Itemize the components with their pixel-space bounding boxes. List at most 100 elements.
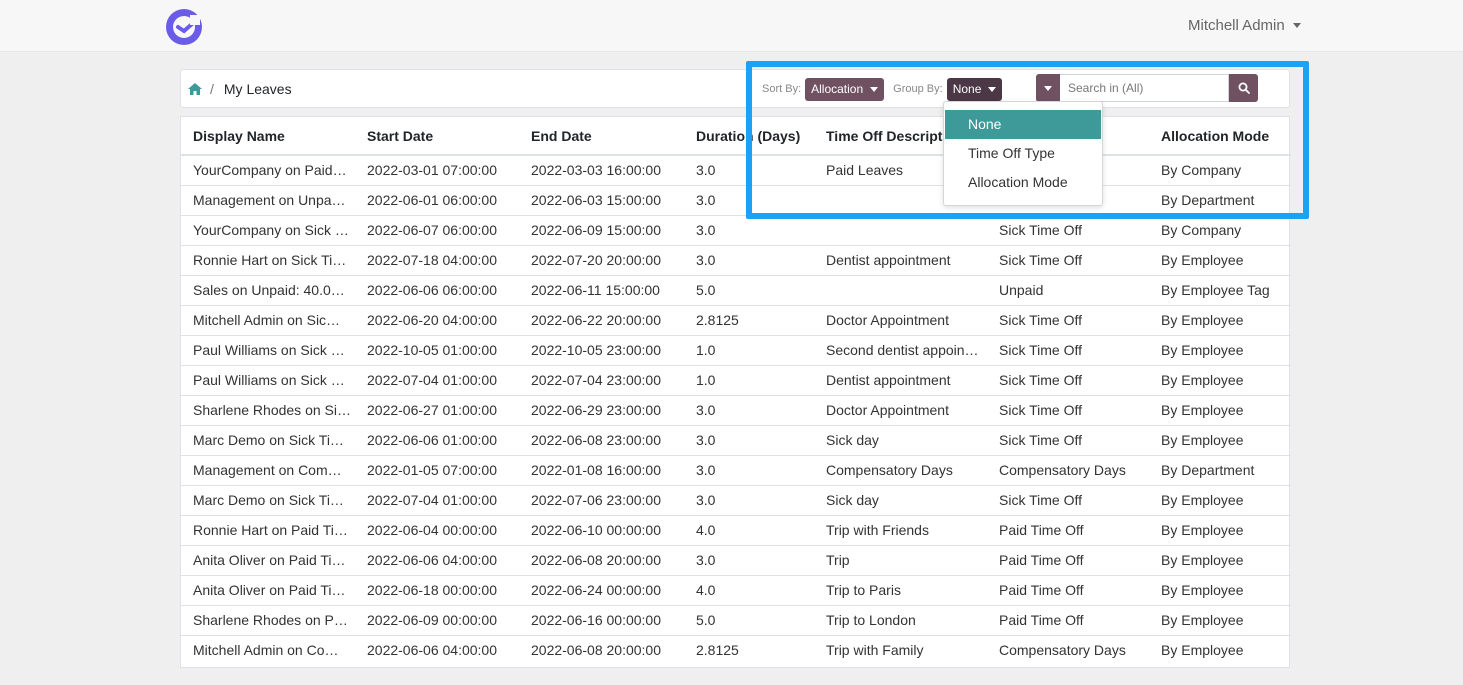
table-row[interactable]: Mitchell Admin on Co… 2022-06-06 04:00:00… xyxy=(181,634,1291,665)
table-cell: Compensatory Days xyxy=(987,634,1149,665)
search-filter-toggle[interactable] xyxy=(1036,74,1060,102)
table-cell: Sales on Unpaid: 40.0… xyxy=(181,274,355,305)
table-cell: Paid Time Off xyxy=(987,544,1149,575)
table-cell: Doctor Appointment xyxy=(814,304,987,335)
sort-by-dropdown[interactable]: Allocation xyxy=(805,77,885,101)
table-cell: 2022-06-08 20:00:00 xyxy=(519,544,684,575)
table-cell: 2022-07-18 04:00:00 xyxy=(355,244,519,275)
table-cell: By Employee xyxy=(1149,304,1291,335)
column-header[interactable]: Display Name xyxy=(181,117,355,156)
table-cell: 1.0 xyxy=(684,334,814,365)
table-cell: Sick day xyxy=(814,484,987,515)
group-by-option[interactable]: Time Off Type xyxy=(944,139,1102,168)
table-row[interactable]: Sales on Unpaid: 40.0… 2022-06-06 06:00:0… xyxy=(181,274,1291,305)
table-cell: 1.0 xyxy=(684,364,814,395)
group-by-option[interactable]: Allocation Mode xyxy=(944,168,1102,197)
breadcrumb-separator: / xyxy=(210,81,214,97)
table-row[interactable]: Sharlene Rhodes on Si… 2022-06-27 01:00:0… xyxy=(181,394,1291,425)
table-cell: Second dentist appoin… xyxy=(814,334,987,365)
table-row[interactable]: Marc Demo on Sick Ti… 2022-06-06 01:00:00… xyxy=(181,424,1291,455)
table-cell: 2022-06-06 06:00:00 xyxy=(355,274,519,305)
table-cell: Management on Com… xyxy=(181,454,355,485)
sort-by-value: Allocation xyxy=(811,82,864,96)
table-cell: 2022-06-09 15:00:00 xyxy=(519,214,684,245)
table-cell: 2022-06-07 06:00:00 xyxy=(355,214,519,245)
home-icon[interactable] xyxy=(188,83,202,95)
table-cell: By Employee xyxy=(1149,244,1291,275)
breadcrumb: / My Leaves xyxy=(188,81,292,97)
chevron-down-icon xyxy=(1292,23,1301,28)
user-menu[interactable]: Mitchell Admin xyxy=(1188,17,1301,34)
table-cell: 2022-06-22 20:00:00 xyxy=(519,304,684,335)
table-row[interactable]: Marc Demo on Sick Ti… 2022-07-04 01:00:00… xyxy=(181,484,1291,515)
search-bar xyxy=(1036,74,1258,102)
column-header[interactable]: Allocation Mode xyxy=(1149,117,1291,156)
leaves-table: Display Name Start Date End Date Duration (… xyxy=(181,117,1291,665)
column-header[interactable]: Duration (Days) xyxy=(684,117,814,156)
table-cell: 2022-06-10 00:00:00 xyxy=(519,514,684,545)
table-cell: 2022-01-08 16:00:00 xyxy=(519,454,684,485)
table-cell: 2022-07-04 01:00:00 xyxy=(355,484,519,515)
table-cell: Dentist appointment xyxy=(814,244,987,275)
table-cell: 2022-06-03 15:00:00 xyxy=(519,184,684,215)
table-cell: Sick Time Off xyxy=(987,214,1149,245)
breadcrumb-current: My Leaves xyxy=(223,81,292,97)
table-cell: 2.8125 xyxy=(684,304,814,335)
table-cell: Mitchell Admin on Sic… xyxy=(181,304,355,335)
table-cell: Sick Time Off xyxy=(987,304,1149,335)
table-row[interactable]: Management on Com… 2022-01-05 07:00:00 202… xyxy=(181,454,1291,485)
table-row[interactable]: Paul Williams on Sick … 2022-10-05 01:00:… xyxy=(181,334,1291,365)
column-header[interactable]: End Date xyxy=(519,117,684,156)
table-cell: 2022-10-05 23:00:00 xyxy=(519,334,684,365)
table-cell: 3.0 xyxy=(684,244,814,275)
table-cell: By Employee Tag xyxy=(1149,274,1291,305)
table-row[interactable]: Management on Unpa… 2022-06-01 06:00:00 20… xyxy=(181,184,1291,215)
table-cell: Ronnie Hart on Paid Ti… xyxy=(181,514,355,545)
table-row[interactable]: YourCompany on Sick … 2022-06-07 06:00:00… xyxy=(181,214,1291,245)
table-cell: Trip to Paris xyxy=(814,574,987,605)
user-name: Mitchell Admin xyxy=(1188,17,1285,34)
table-cell: Trip xyxy=(814,544,987,575)
table-row[interactable]: Ronnie Hart on Paid Ti… 2022-06-04 00:00:… xyxy=(181,514,1291,545)
group-by-dropdown[interactable]: None xyxy=(946,77,1003,101)
table-cell: 2022-07-20 20:00:00 xyxy=(519,244,684,275)
table-cell: 3.0 xyxy=(696,162,716,179)
table-cell: Mitchell Admin on Co… xyxy=(181,634,355,665)
table-cell: By Employee xyxy=(1149,394,1291,425)
table-row[interactable]: Mitchell Admin on Sic… 2022-06-20 04:00:0… xyxy=(181,304,1291,335)
leaves-table-container: Display Name Start Date End Date Duration (… xyxy=(180,116,1291,668)
table-row[interactable]: Paul Williams on Sick … 2022-07-04 01:00:… xyxy=(181,364,1291,395)
table-cell: By Employee xyxy=(1149,604,1291,635)
group-by-option[interactable]: None xyxy=(945,110,1101,139)
search-button[interactable] xyxy=(1229,74,1258,102)
column-header[interactable]: Start Date xyxy=(355,117,519,156)
table-cell: Trip to London xyxy=(814,604,987,635)
table-cell: 2022-06-01 06:00:00 xyxy=(355,184,519,215)
table-cell: 2022-06-06 04:00:00 xyxy=(355,634,519,665)
table-cell: By Employee xyxy=(1149,364,1291,395)
table-cell: By Employee xyxy=(1149,484,1291,515)
table-row[interactable]: Ronnie Hart on Sick Ti… 2022-07-18 04:00:… xyxy=(181,244,1291,275)
table-cell: YourCompany on Sick … xyxy=(181,214,355,245)
table-cell: 2022-06-06 01:00:00 xyxy=(355,424,519,455)
table-cell: 2022-06-27 01:00:00 xyxy=(355,394,519,425)
table-row[interactable]: YourCompany on Paid… 2022-03-01 07:00:00 2… xyxy=(181,155,1291,185)
table-cell: 2022-06-29 23:00:00 xyxy=(519,394,684,425)
table-cell: By Employee xyxy=(1149,424,1291,455)
table-cell: Trip with Family xyxy=(814,634,987,665)
table-cell: Anita Oliver on Paid Ti… xyxy=(181,574,355,605)
search-input[interactable] xyxy=(1060,74,1229,102)
table-cell: 2022-06-09 00:00:00 xyxy=(355,604,519,635)
table-row[interactable]: Anita Oliver on Paid Ti… 2022-06-06 04:00… xyxy=(181,544,1291,575)
table-cell: 3.0 xyxy=(684,394,814,425)
table-cell: Paid Time Off xyxy=(987,574,1149,605)
table-cell: By Employee xyxy=(1149,574,1291,605)
table-cell: 4.0 xyxy=(684,574,814,605)
table-cell: 2022-01-05 07:00:00 xyxy=(355,454,519,485)
app-logo-icon[interactable] xyxy=(164,7,204,47)
table-cell: Sick Time Off xyxy=(987,394,1149,425)
table-row[interactable]: Sharlene Rhodes on P… 2022-06-09 00:00:00… xyxy=(181,604,1291,635)
table-cell: Sharlene Rhodes on P… xyxy=(181,604,355,635)
table-cell: By Employee xyxy=(1149,634,1291,665)
table-row[interactable]: Anita Oliver on Paid Ti… 2022-06-18 00:00… xyxy=(181,574,1291,605)
